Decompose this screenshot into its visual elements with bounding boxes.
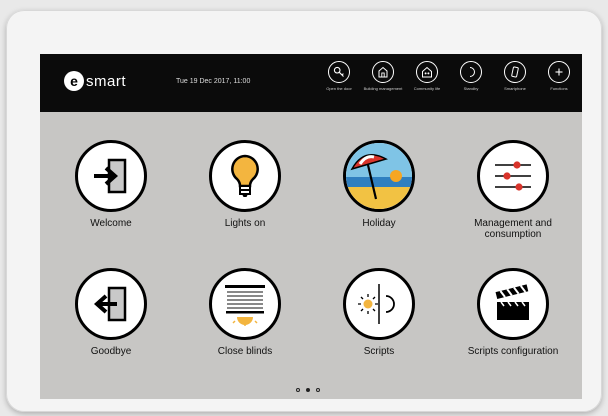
tile-welcome-label: Welcome: [90, 218, 132, 229]
tile-management-consumption-label: Management and consumption: [474, 218, 552, 240]
open-door-label: Open the door: [326, 86, 352, 91]
toolbar: Open the door Building management Commun…: [317, 61, 581, 91]
community-icon: [416, 61, 438, 83]
clapperboard-icon: [477, 268, 549, 340]
open-door-button[interactable]: Open the door: [317, 61, 361, 91]
community-life-label: Community life: [413, 86, 441, 91]
brand-logo: e smart: [64, 71, 126, 91]
date-time: Tue 19 Dec 2017, 11:00: [176, 78, 251, 85]
tile-lights-on-label: Lights on: [224, 218, 266, 229]
tile-scripts-label: Scripts: [363, 346, 395, 357]
beach-umbrella-icon: [343, 140, 415, 212]
tile-holiday-label: Holiday: [362, 218, 396, 229]
sun-moon-icon: [343, 268, 415, 340]
brand-name: smart: [86, 72, 126, 90]
page-indicator: [296, 388, 320, 392]
smartphone-button[interactable]: Smartphone: [493, 61, 537, 91]
smartphone-label: Smartphone: [504, 86, 526, 91]
building-management-button[interactable]: Building management: [361, 61, 405, 91]
tile-holiday[interactable]: Holiday: [314, 140, 444, 229]
tile-goodbye[interactable]: Goodbye: [46, 268, 176, 357]
tile-management-consumption[interactable]: Management and consumption: [448, 140, 578, 240]
building-icon: [372, 61, 394, 83]
functions-button[interactable]: Functions: [537, 61, 581, 91]
moon-icon: [460, 61, 482, 83]
community-life-button[interactable]: Community life: [405, 61, 449, 91]
tile-welcome[interactable]: Welcome: [46, 140, 176, 229]
blinds-icon: [209, 268, 281, 340]
tile-close-blinds[interactable]: Close blinds: [180, 268, 310, 357]
lightbulb-icon: [209, 140, 281, 212]
page-dot-2[interactable]: [306, 388, 310, 392]
standby-button[interactable]: Standby: [449, 61, 493, 91]
enter-door-icon: [75, 140, 147, 212]
page-dot-3[interactable]: [316, 388, 320, 392]
functions-label: Functions: [550, 86, 568, 91]
building-management-label: Building management: [363, 86, 403, 91]
smartphone-icon: [504, 61, 526, 83]
top-bar: e smart Tue 19 Dec 2017, 11:00 Open the …: [40, 54, 582, 112]
sliders-icon: [477, 140, 549, 212]
tile-scripts-configuration[interactable]: Scripts configuration: [448, 268, 578, 357]
tile-scripts-configuration-label: Scripts configuration: [467, 346, 559, 357]
tablet-device: e smart Tue 19 Dec 2017, 11:00 Open the …: [6, 10, 602, 412]
standby-label: Standby: [463, 86, 479, 91]
plus-icon: [548, 61, 570, 83]
brand-logo-letter: e: [64, 71, 84, 91]
tile-scripts[interactable]: Scripts: [314, 268, 444, 357]
tile-close-blinds-label: Close blinds: [217, 346, 273, 357]
tile-goodbye-label: Goodbye: [90, 346, 132, 357]
exit-door-icon: [75, 268, 147, 340]
key-icon: [328, 61, 350, 83]
tile-lights-on[interactable]: Lights on: [180, 140, 310, 229]
screen: e smart Tue 19 Dec 2017, 11:00 Open the …: [40, 54, 582, 399]
page-dot-1[interactable]: [296, 388, 300, 392]
